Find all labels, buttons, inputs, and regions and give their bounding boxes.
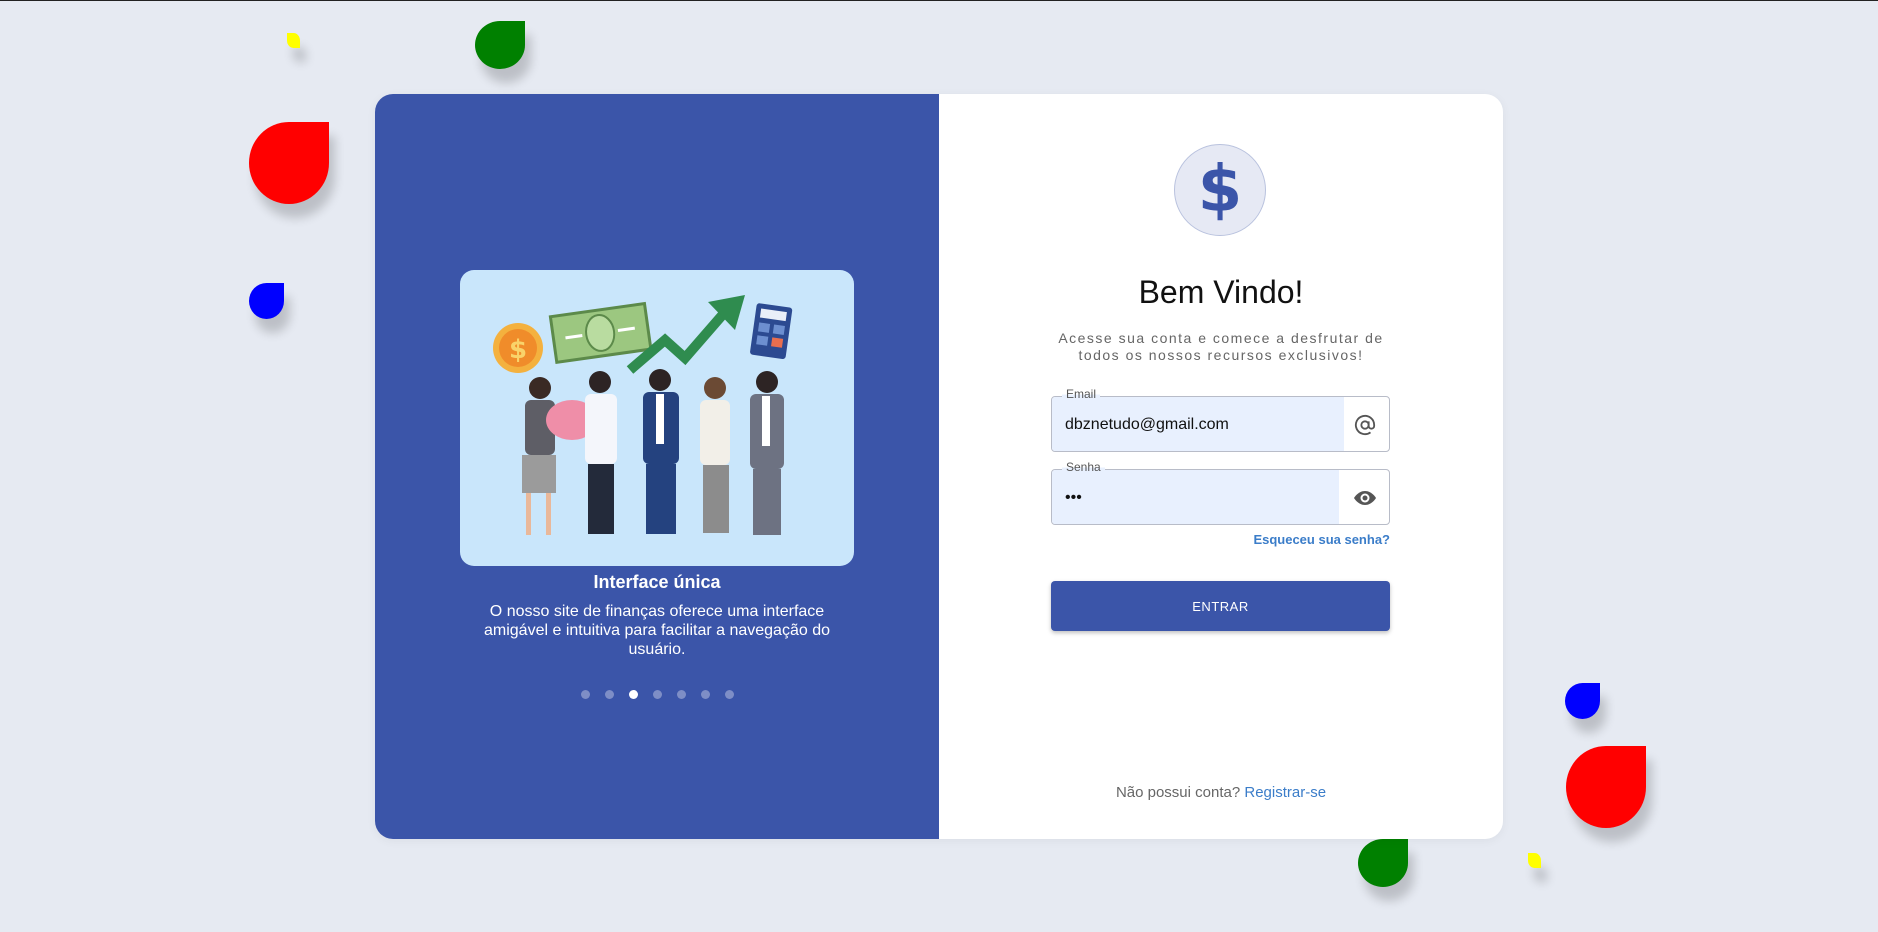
password-input[interactable]: ••• (1065, 489, 1082, 507)
svg-text:$: $ (509, 335, 527, 365)
leaf-red-decoration (1566, 746, 1646, 828)
finance-team-illustration: $ (460, 270, 854, 566)
dollar-symbol: $ (1197, 153, 1243, 227)
email-label: Email (1062, 387, 1101, 401)
dollar-logo-icon: $ (1174, 144, 1266, 236)
leaf-yellow-decoration (1528, 853, 1541, 868)
leaf-green-decoration (1358, 839, 1408, 887)
forgot-password-link[interactable]: Esqueceu sua senha? (1253, 532, 1390, 547)
login-button[interactable]: ENTRAR (1051, 581, 1390, 631)
carousel-panel: $ Interface única O nosso site de finanç… (375, 94, 939, 839)
carousel-dot[interactable] (652, 690, 662, 699)
carousel-dot[interactable] (700, 690, 710, 699)
slide-description: O nosso site de finanças oferece uma int… (484, 603, 830, 658)
password-label: Senha (1062, 460, 1105, 474)
page-subtitle: Acesse sua conta e comece a desfrutar de… (1058, 330, 1384, 363)
carousel-dot[interactable] (604, 690, 614, 699)
login-panel: $ Bem Vindo! Acesse sua conta e comece a… (939, 94, 1503, 839)
leaf-blue-decoration (249, 283, 284, 319)
password-field[interactable]: Senha ••• (1051, 460, 1390, 525)
register-link[interactable]: Registrar-se (1244, 784, 1326, 801)
at-icon (1351, 411, 1379, 439)
carousel-dot[interactable] (580, 690, 590, 699)
email-input[interactable]: dbznetudo@gmail.com (1065, 416, 1229, 434)
leaf-red-decoration (249, 122, 329, 204)
leaf-blue-decoration (1565, 683, 1600, 719)
login-card: $ Interface única O nosso site de finanç… (375, 94, 1503, 839)
eye-icon[interactable] (1351, 484, 1379, 512)
email-field[interactable]: Email dbznetudo@gmail.com (1051, 387, 1390, 452)
carousel-dot[interactable] (676, 690, 686, 699)
carousel-dot[interactable] (628, 690, 638, 699)
leaf-green-decoration (475, 21, 525, 69)
leaf-yellow-decoration (287, 33, 300, 48)
page-title: Bem Vindo! (1138, 274, 1304, 310)
register-prompt: Não possui conta? Registrar-se (939, 784, 1503, 801)
carousel-dot[interactable] (724, 690, 734, 699)
slide-title: Interface única (593, 572, 721, 592)
carousel-pagination (375, 690, 939, 699)
no-account-text: Não possui conta? (1115, 784, 1241, 801)
